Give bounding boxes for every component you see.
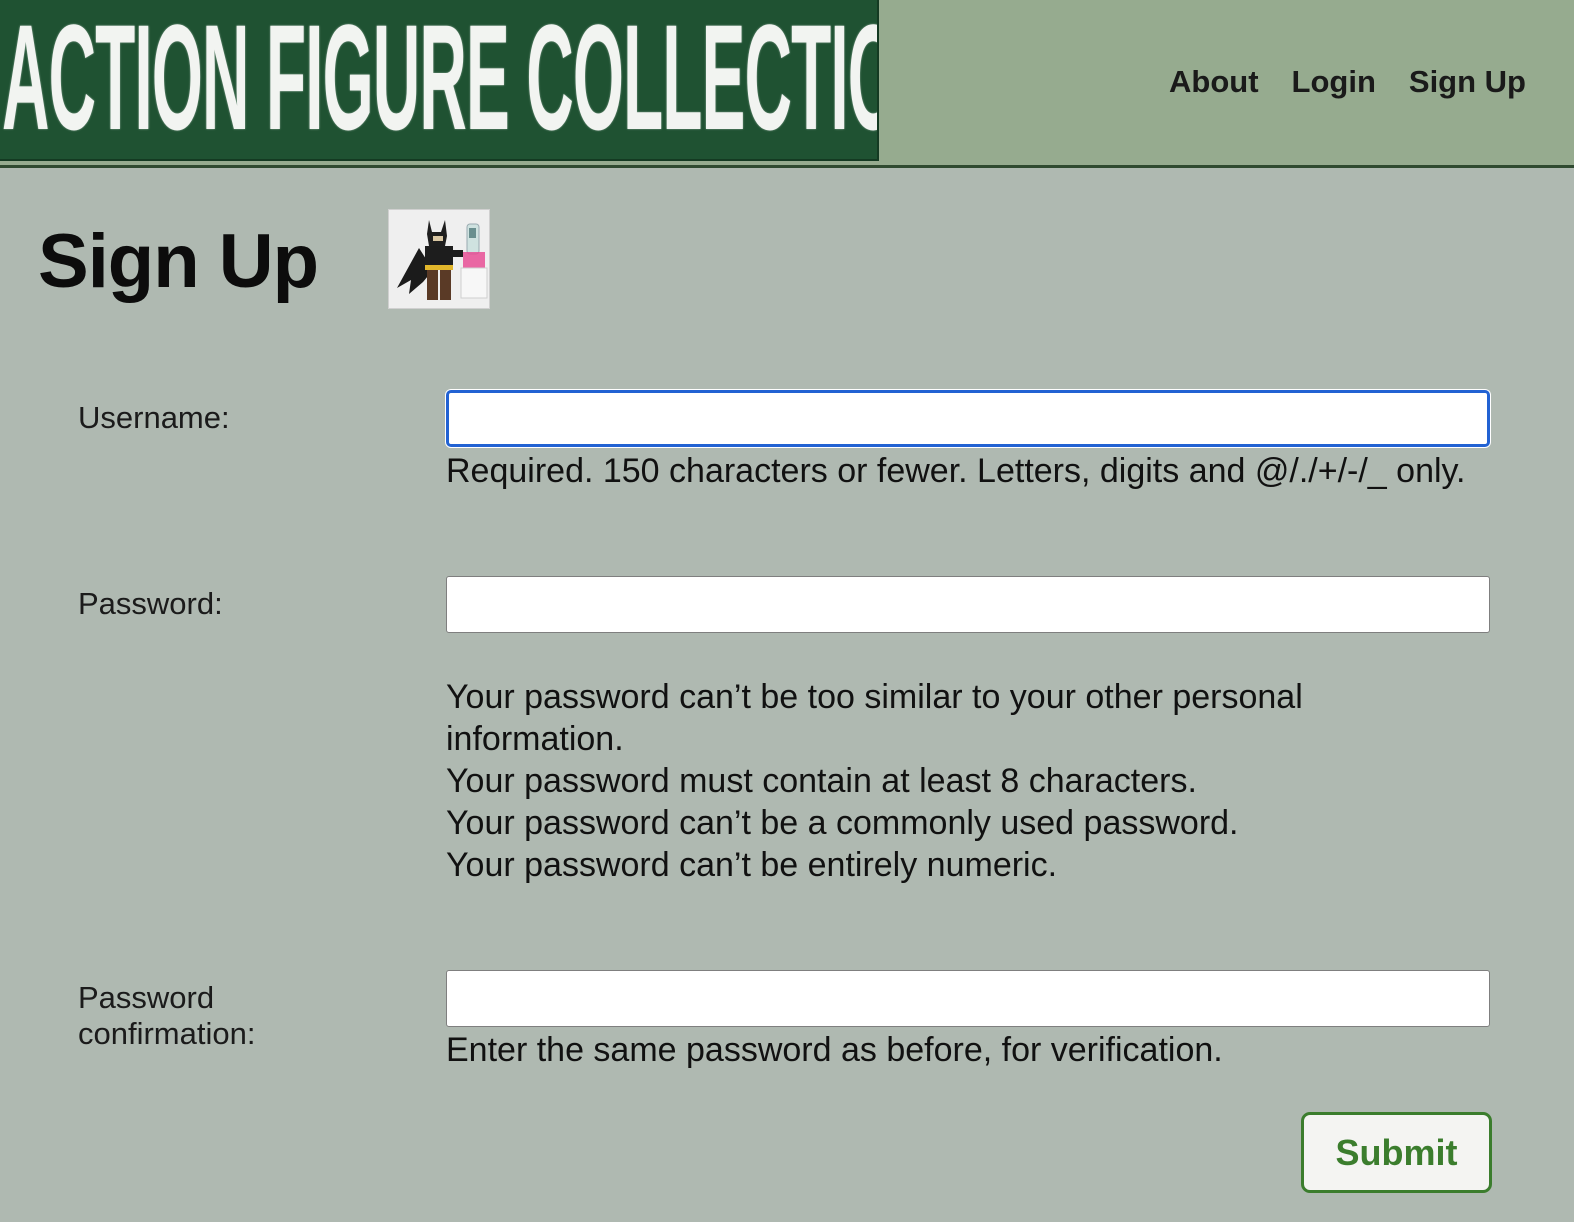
password-confirmation-label-line2: confirmation: xyxy=(78,1016,256,1051)
password-confirmation-help-text: Enter the same password as before, for v… xyxy=(446,1031,1223,1069)
password-help-item: Your password must contain at least 8 ch… xyxy=(446,762,1197,800)
password-help-item: Your password can’t be entirely numeric. xyxy=(446,846,1058,884)
username-input[interactable] xyxy=(446,390,1490,447)
password-help-list: Your password can’t be too similar to yo… xyxy=(446,676,1466,886)
password-input[interactable] xyxy=(446,576,1490,633)
page-title: Sign Up xyxy=(38,219,319,304)
password-confirmation-label-line1: Password xyxy=(78,980,215,1015)
logo-text: ACTION FIGURE COLLECTION xyxy=(2,0,879,161)
username-label: Username: xyxy=(78,400,230,435)
password-help-item: Your password can’t be too similar to yo… xyxy=(446,678,1303,758)
nav-link-signup[interactable]: Sign Up xyxy=(1409,64,1526,100)
main-nav: About Login Sign Up xyxy=(1169,64,1526,100)
avatar xyxy=(388,209,490,309)
site-logo[interactable]: ACTION FIGURE COLLECTION xyxy=(0,0,879,161)
password-confirmation-label: Password confirmation: xyxy=(78,980,255,1052)
lego-batman-figure-icon xyxy=(389,210,489,308)
site-header: ACTION FIGURE COLLECTION About Login Sig… xyxy=(0,0,1574,168)
password-help-item: Your password can’t be a commonly used p… xyxy=(446,804,1239,842)
username-help-text: Required. 150 characters or fewer. Lette… xyxy=(446,452,1466,490)
submit-button[interactable]: Submit xyxy=(1301,1112,1492,1193)
nav-link-about[interactable]: About xyxy=(1169,64,1259,100)
nav-link-login[interactable]: Login xyxy=(1292,64,1376,100)
password-label: Password: xyxy=(78,586,223,621)
password-confirmation-input[interactable] xyxy=(446,970,1490,1027)
